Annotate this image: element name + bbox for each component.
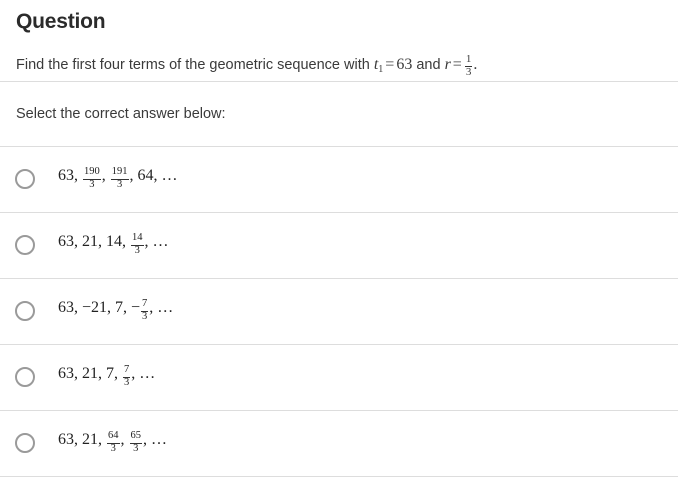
fraction-denominator: 3 <box>465 66 472 79</box>
math-t1-value: 63 <box>396 56 413 74</box>
instruction-text: Select the correct answer below: <box>16 105 226 122</box>
ellipsis: … <box>139 365 157 383</box>
fraction-numerator: 64 <box>107 430 120 444</box>
fraction: 190 3 <box>83 166 101 191</box>
option-text-segment: 63, 21, 7, <box>58 365 122 383</box>
fraction-denominator: 3 <box>117 179 123 191</box>
fraction-numerator: 65 <box>129 430 142 444</box>
question-prompt-prefix: Find the first four terms of the geometr… <box>16 57 374 74</box>
answer-option-2[interactable]: 63, 21, 14, 14 3, … <box>0 213 678 278</box>
option-text-segment: , <box>101 167 110 185</box>
answer-option-4[interactable]: 63, 21, 7, 73, … <box>0 345 678 410</box>
fraction-denominator: 3 <box>124 377 130 389</box>
fraction-numerator: 191 <box>110 166 129 180</box>
fraction-denominator: 3 <box>134 245 140 257</box>
math-ratio-fraction: 13 <box>464 53 473 79</box>
option-text-segment: 63, −21, 7, − <box>58 299 141 317</box>
option-text-segment: , <box>143 431 151 449</box>
fraction-numerator: 7 <box>123 364 131 378</box>
fraction: 73 <box>141 298 149 323</box>
radio-button-1[interactable] <box>15 169 35 190</box>
option-text-segment: 63, 21, 14, <box>58 233 130 251</box>
question-block: Question Find the first four terms of th… <box>0 0 678 81</box>
fraction-denominator: 3 <box>142 311 148 323</box>
fraction: 73 <box>123 364 131 389</box>
option-text-segment: , <box>120 431 129 449</box>
option-text-segment: 63, 21, <box>58 431 106 449</box>
ellipsis: … <box>161 167 179 185</box>
radio-button-2[interactable] <box>15 235 35 256</box>
answer-options-list: 63, 190 3, 191 3, 64, … 63, 21, 14, 14 3, … 6… <box>0 147 678 477</box>
sentence-period: . <box>473 56 478 74</box>
answer-option-5[interactable]: 63, 21, 64 3, 65 3, … <box>0 411 678 476</box>
radio-button-4[interactable] <box>15 367 35 388</box>
fraction-denominator: 3 <box>133 443 139 455</box>
question-page: Question Find the first four terms of th… <box>0 0 678 501</box>
answer-option-label-4: 63, 21, 7, 73, … <box>58 364 157 389</box>
option-text-segment: , 64, <box>129 167 162 185</box>
fraction-denominator: 3 <box>110 443 116 455</box>
fraction-numerator: 7 <box>141 298 149 312</box>
option-text-segment: 63, <box>58 167 82 185</box>
answer-option-3[interactable]: 63, −21, 7, −7 3, … <box>0 279 678 344</box>
option-text-segment: , <box>144 233 153 251</box>
fraction-numerator: 190 <box>83 166 101 180</box>
radio-button-3[interactable] <box>15 301 35 322</box>
page-title: Question <box>16 10 106 33</box>
ellipsis: … <box>157 299 175 317</box>
math-equals-second: = <box>452 56 462 74</box>
fraction: 64 3 <box>107 430 120 455</box>
question-statement: Find the first four terms of the geometr… <box>16 53 662 81</box>
fraction: 14 3 <box>131 232 144 257</box>
answer-option-label-3: 63, −21, 7, −7 3, … <box>58 298 175 323</box>
divider-below-option-5 <box>0 475 678 477</box>
fraction-numerator: 1 <box>464 53 473 67</box>
ellipsis: … <box>152 233 170 251</box>
ellipsis: … <box>151 431 169 449</box>
answer-option-label-2: 63, 21, 14, 14 3, … <box>58 232 170 257</box>
answer-option-1[interactable]: 63, 190 3, 191 3, 64, … <box>0 147 678 212</box>
fraction-denominator: 3 <box>89 179 95 191</box>
math-variable-r: r <box>444 56 451 74</box>
math-equals-first: = <box>385 56 395 74</box>
question-conjunction: and <box>412 57 445 74</box>
radio-button-5[interactable] <box>15 433 35 454</box>
fraction: 65 3 <box>129 430 142 455</box>
answer-option-label-5: 63, 21, 64 3, 65 3, … <box>58 430 169 455</box>
fraction-numerator: 14 <box>131 232 144 246</box>
answer-option-label-1: 63, 190 3, 191 3, 64, … <box>58 166 179 191</box>
fraction: 191 3 <box>110 166 129 191</box>
